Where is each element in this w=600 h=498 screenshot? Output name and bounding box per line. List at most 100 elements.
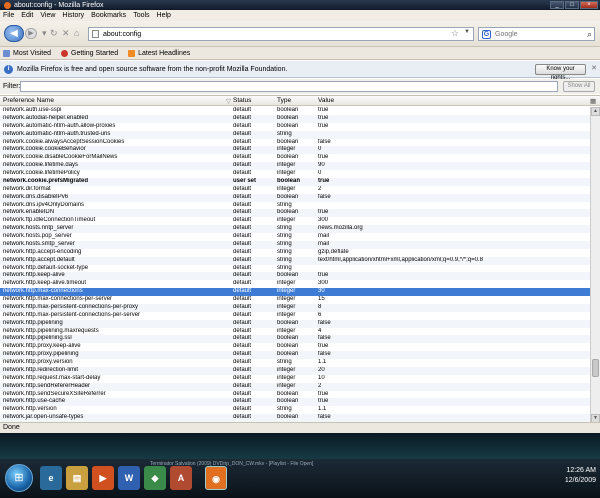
scroll-down-icon[interactable]: ▼ xyxy=(591,414,600,422)
table-row[interactable]: network.automatic-ntlm-auth.allow-proxie… xyxy=(0,123,590,131)
column-type[interactable]: Type xyxy=(277,97,291,104)
forward-button[interactable]: ▶ xyxy=(25,28,37,39)
menu-edit[interactable]: Edit xyxy=(21,12,33,19)
url-bar[interactable]: about:config ☆ ▼ xyxy=(88,27,474,41)
table-row[interactable]: network.cookie.lifetime.days default integ… xyxy=(0,162,590,170)
table-row[interactable]: network.http.keep-alive.timeout default in… xyxy=(0,280,590,288)
table-row[interactable]: network.jar.open-unsafe-types default bool… xyxy=(0,414,590,422)
table-row[interactable]: network.http.sendSecureXSiteReferrer defa… xyxy=(0,391,590,399)
table-row[interactable]: network.auth.use-sspi default boolean true xyxy=(0,107,590,115)
start-button[interactable]: ⊞ xyxy=(5,464,33,492)
cell-name: network.ftp.idleConnectionTimeout xyxy=(3,217,96,224)
table-row[interactable]: network.cookie.disableCookieForMailNews d… xyxy=(0,154,590,162)
table-row[interactable]: network.http.pipelining.maxrequests defau… xyxy=(0,328,590,336)
word-taskbar-icon[interactable]: W xyxy=(118,466,140,490)
bookmark-most-visited[interactable]: Most Visited xyxy=(3,49,51,57)
app-taskbar-icon[interactable]: ◆ xyxy=(144,466,166,490)
back-button[interactable]: ◀ xyxy=(4,25,24,42)
menu-bookmarks[interactable]: Bookmarks xyxy=(91,12,126,19)
menu-view[interactable]: View xyxy=(40,12,55,19)
bookmark-getting-started[interactable]: Getting Started xyxy=(61,49,118,57)
menu-history[interactable]: History xyxy=(62,12,84,19)
minimize-icon[interactable]: _ xyxy=(550,1,564,9)
table-row[interactable]: network.http.use-cache default boolean true xyxy=(0,398,590,407)
vertical-scrollbar[interactable]: ▲ ▼ xyxy=(590,107,600,422)
table-row[interactable]: network.http.proxy.pipelining default bool… xyxy=(0,351,590,359)
column-preference-name[interactable]: Preference Name xyxy=(3,97,54,104)
column-picker-icon[interactable]: ▦ xyxy=(590,97,596,105)
table-row[interactable]: network.http.max-connections-per-server d… xyxy=(0,296,590,304)
history-dropdown-icon[interactable]: ▾ xyxy=(42,29,47,38)
cell-name: network.dns.disableIPv6 xyxy=(3,193,69,200)
url-dropdown-icon[interactable]: ▼ xyxy=(464,29,470,35)
scroll-up-icon[interactable]: ▲ xyxy=(591,107,600,116)
table-row[interactable]: network.http.keep-alive default boolean tru… xyxy=(0,272,590,281)
table-row[interactable]: network.ftp.idleConnectionTimeout default… xyxy=(0,217,590,225)
media-player-taskbar-icon[interactable]: ▶ xyxy=(92,466,114,490)
table-row[interactable]: network.http.max-connections default integ… xyxy=(0,288,590,296)
column-status[interactable]: Status xyxy=(233,97,251,104)
pdf-taskbar-icon[interactable]: A xyxy=(170,466,192,490)
table-row[interactable]: network.automatic-ntlm-auth.trusted-uris… xyxy=(0,130,590,139)
getting-started-icon xyxy=(61,49,68,57)
table-row[interactable]: network.hosts.nntp_server default string ne… xyxy=(0,225,590,233)
explorer-taskbar-icon[interactable]: ▤ xyxy=(66,466,88,490)
table-row[interactable]: network.hosts.smtp_server default string ma… xyxy=(0,240,590,249)
cell-name: network.http.redirection-limit xyxy=(3,366,79,373)
google-icon[interactable]: G xyxy=(482,29,491,39)
table-row[interactable]: network.cookie.alwaysAcceptSessionCookie… xyxy=(0,139,590,147)
table-row[interactable]: network.http.proxy.version default string 1… xyxy=(0,359,590,367)
table-row[interactable]: network.dir.format default integer 2 xyxy=(0,186,590,194)
menu-tools[interactable]: Tools xyxy=(133,12,149,19)
search-icon[interactable]: ⌕ xyxy=(587,29,592,40)
table-row[interactable]: network.autodial-helper.enabled default bo… xyxy=(0,114,590,123)
close-icon[interactable]: × xyxy=(580,1,598,9)
table-row[interactable]: network.cookie.cookieBehavior default inte… xyxy=(0,146,590,155)
stop-icon[interactable]: ✕ xyxy=(62,29,70,38)
table-row[interactable]: network.http.accept.default default string… xyxy=(0,256,590,265)
table-row[interactable]: network.http.pipelining.ssl default boolea… xyxy=(0,335,590,344)
table-row[interactable]: network.http.pipelining default boolean fal… xyxy=(0,319,590,328)
firefox-taskbar-icon[interactable]: ◉ xyxy=(205,466,227,490)
table-row[interactable]: network.http.sendRefererHeader default int… xyxy=(0,382,590,391)
table-row[interactable]: network.http.request.max-start-delay defa… xyxy=(0,375,590,383)
table-row[interactable]: network.cookie.lifetimePolicy default inte… xyxy=(0,170,590,178)
cell-name: network.dir.format xyxy=(3,185,51,192)
table-row[interactable]: network.dns.disableIPv6 default boolean fal… xyxy=(0,193,590,202)
table-row[interactable]: network.http.max-persistent-connections-… xyxy=(0,303,590,312)
table-row[interactable]: network.enableIDN default boolean true xyxy=(0,209,590,218)
cell-type: boolean xyxy=(277,107,299,113)
cell-type: boolean xyxy=(277,351,299,358)
table-row[interactable]: network.http.max-persistent-connections-… xyxy=(0,312,590,320)
cell-name: network.auth.use-sspi xyxy=(3,107,62,113)
table-row[interactable]: network.http.accept-encoding default strin… xyxy=(0,249,590,257)
cell-status: default xyxy=(233,382,252,389)
table-row[interactable]: network.http.proxy.keep-alive default bool… xyxy=(0,343,590,351)
cell-value: true xyxy=(318,390,329,397)
show-all-button[interactable]: Show All xyxy=(563,81,595,92)
search-box[interactable]: G Google ⌕ xyxy=(478,27,595,41)
bookmark-star-icon[interactable]: ☆ xyxy=(451,28,459,39)
table-row[interactable]: network.cookie.prefsMigrated user set bool… xyxy=(0,177,590,186)
menu-file[interactable]: File xyxy=(3,12,14,19)
table-row[interactable]: network.hosts.pop_server default string mai… xyxy=(0,233,590,241)
column-value[interactable]: Value xyxy=(318,97,334,104)
scrollbar-thumb[interactable] xyxy=(592,359,599,377)
filter-input[interactable] xyxy=(20,81,558,92)
table-row[interactable]: network.http.default-socket-type default s… xyxy=(0,265,590,273)
cell-type: boolean xyxy=(277,138,299,145)
cell-type: boolean xyxy=(277,193,299,200)
bookmark-latest-headlines[interactable]: Latest Headlines xyxy=(128,49,190,57)
sort-icon[interactable]: ▽ xyxy=(226,97,231,105)
ie-taskbar-icon[interactable]: e xyxy=(40,466,62,490)
table-row[interactable]: network.http.redirection-limit default int… xyxy=(0,366,590,375)
notification-close-icon[interactable]: ✕ xyxy=(591,64,597,72)
menu-help[interactable]: Help xyxy=(157,12,171,19)
table-row[interactable]: network.dns.ipv4OnlyDomains default string xyxy=(0,202,590,210)
know-your-rights-button[interactable]: Know your rights... xyxy=(535,64,586,81)
cell-name: network.http.max-connections xyxy=(3,288,83,295)
reload-icon[interactable]: ↻ xyxy=(50,29,58,38)
home-icon[interactable]: ⌂ xyxy=(74,29,79,38)
table-row[interactable]: network.http.version default string 1.1 xyxy=(0,406,590,414)
maximize-icon[interactable]: □ xyxy=(565,1,579,9)
